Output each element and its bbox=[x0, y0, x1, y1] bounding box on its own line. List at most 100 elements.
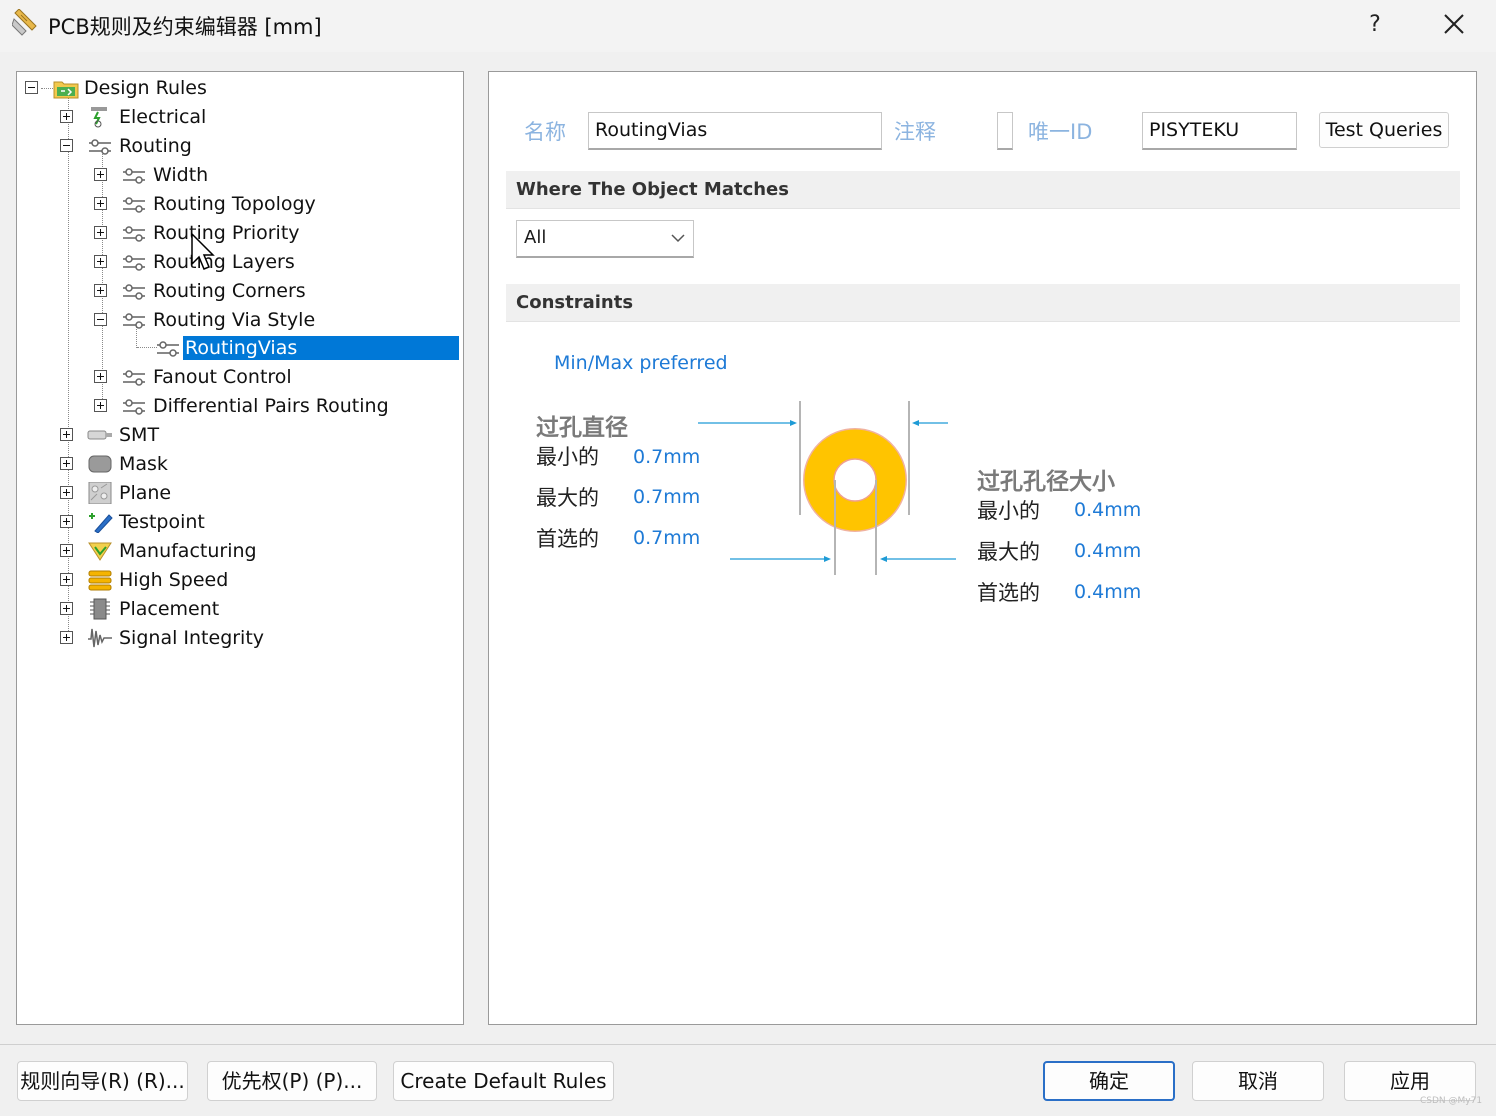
tree-node-routing-topology[interactable]: Routing Topology bbox=[17, 191, 463, 217]
tree-node-label: Mask bbox=[119, 453, 168, 475]
rule-name-input[interactable]: RoutingVias bbox=[588, 112, 882, 150]
tree-node-routing-corners[interactable]: Routing Corners bbox=[17, 278, 463, 304]
tree-node-label: High Speed bbox=[119, 569, 229, 591]
high-speed-icon bbox=[88, 570, 112, 591]
expand-toggle[interactable] bbox=[60, 544, 73, 557]
electrical-icon bbox=[91, 107, 107, 128]
tree-node-label: Signal Integrity bbox=[119, 627, 265, 649]
via-hole-min-value[interactable]: 0.4mm bbox=[1074, 499, 1141, 521]
expand-toggle[interactable] bbox=[94, 284, 107, 297]
expand-toggle[interactable] bbox=[94, 255, 107, 268]
tree-node-electrical[interactable]: Electrical bbox=[17, 104, 463, 130]
tree-node-label: Design Rules bbox=[84, 77, 207, 99]
unique-id-input[interactable]: PISYTEKU bbox=[1142, 112, 1297, 150]
tree-node-label: Manufacturing bbox=[119, 540, 257, 562]
priorities-button[interactable]: 优先权(P) (P)... bbox=[207, 1061, 377, 1101]
collapse-toggle[interactable] bbox=[25, 81, 38, 94]
tree-node-routingvias[interactable]: RoutingVias bbox=[17, 335, 463, 361]
tree-node-differential-pairs-routing[interactable]: Differential Pairs Routing bbox=[17, 393, 463, 419]
tree-node-design-rules[interactable]: Design Rules bbox=[17, 75, 463, 101]
expand-toggle[interactable] bbox=[94, 226, 107, 239]
tree-node-label: Routing Layers bbox=[153, 251, 295, 273]
tree-node-high-speed[interactable]: High Speed bbox=[17, 567, 463, 593]
routing-icon bbox=[123, 226, 145, 242]
tree-node-routing-priority[interactable]: Routing Priority bbox=[17, 220, 463, 246]
tree-node-signal-integrity[interactable]: Signal Integrity bbox=[17, 625, 463, 651]
tree-node-placement[interactable]: Placement bbox=[17, 596, 463, 622]
tree-node-routing-layers[interactable]: Routing Layers bbox=[17, 249, 463, 275]
expand-toggle[interactable] bbox=[60, 110, 73, 123]
mouse-cursor-icon bbox=[191, 232, 215, 270]
close-icon[interactable] bbox=[1434, 6, 1474, 42]
expand-toggle[interactable] bbox=[60, 457, 73, 470]
title-bar: PCB规则及约束编辑器 [mm] ? bbox=[0, 0, 1496, 52]
expand-toggle[interactable] bbox=[60, 486, 73, 499]
routing-icon bbox=[89, 139, 111, 155]
routing-icon bbox=[123, 284, 145, 300]
signal-integrity-icon bbox=[88, 628, 112, 648]
help-button[interactable]: ? bbox=[1360, 8, 1390, 42]
tree-node-width[interactable]: Width bbox=[17, 162, 463, 188]
routing-icon bbox=[123, 399, 145, 415]
tree-node-label: SMT bbox=[119, 424, 160, 446]
tree-node-label: Routing Topology bbox=[153, 193, 316, 215]
create-default-rules-button[interactable]: Create Default Rules bbox=[393, 1061, 614, 1101]
comment-label: 注释 bbox=[894, 120, 936, 144]
tree-node-routing[interactable]: Routing bbox=[17, 133, 463, 159]
via-diameter-title: 过孔直径 bbox=[536, 415, 628, 441]
expand-toggle[interactable] bbox=[60, 573, 73, 586]
tree-node-smt[interactable]: SMT bbox=[17, 422, 463, 448]
tree-node-label: RoutingVias bbox=[183, 336, 459, 360]
watermark: CSDN @My71 bbox=[1420, 1096, 1483, 1106]
pcb-rules-app-icon bbox=[12, 9, 37, 36]
collapse-toggle[interactable] bbox=[94, 313, 107, 326]
tree-node-testpoint[interactable]: Testpoint bbox=[17, 509, 463, 535]
tree-node-label: Fanout Control bbox=[153, 366, 292, 388]
apply-button[interactable]: 应用 bbox=[1344, 1061, 1476, 1101]
expand-toggle[interactable] bbox=[94, 168, 107, 181]
bottom-separator bbox=[0, 1044, 1496, 1045]
expand-toggle[interactable] bbox=[94, 399, 107, 412]
tree-node-label: Routing bbox=[119, 135, 192, 157]
tree-node-manufacturing[interactable]: Manufacturing bbox=[17, 538, 463, 564]
expand-toggle[interactable] bbox=[94, 197, 107, 210]
tree-node-plane[interactable]: Plane bbox=[17, 480, 463, 506]
placement-icon bbox=[90, 598, 110, 620]
testpoint-icon bbox=[89, 513, 113, 533]
routing-icon bbox=[123, 313, 145, 329]
tree-node-fanout-control[interactable]: Fanout Control bbox=[17, 364, 463, 390]
tree-node-label: Placement bbox=[119, 598, 220, 620]
tree-node-label: Routing Via Style bbox=[153, 309, 316, 331]
name-label: 名称 bbox=[524, 120, 566, 144]
expand-toggle[interactable] bbox=[60, 515, 73, 528]
rules-tree-panel[interactable]: Design Rules Electrical Routing Width Ro… bbox=[16, 71, 464, 1025]
match-scope-select[interactable]: All bbox=[516, 220, 694, 258]
comment-input[interactable] bbox=[997, 112, 1013, 150]
expand-toggle[interactable] bbox=[60, 631, 73, 644]
cancel-button[interactable]: 取消 bbox=[1192, 1061, 1324, 1101]
plane-icon bbox=[88, 482, 112, 504]
test-queries-button[interactable]: Test Queries bbox=[1319, 112, 1449, 148]
mask-icon bbox=[88, 455, 112, 473]
via-hole-title: 过孔孔径大小 bbox=[977, 469, 1115, 495]
via-hole-preferred-label: 首选的 bbox=[977, 581, 1040, 605]
via-hole-max-value[interactable]: 0.4mm bbox=[1074, 540, 1141, 562]
via-hole-min-label: 最小的 bbox=[977, 499, 1040, 523]
via-diameter-min-label: 最小的 bbox=[536, 445, 599, 469]
tree-node-routing-via-style[interactable]: Routing Via Style bbox=[17, 307, 463, 333]
folder-rules-icon bbox=[53, 81, 79, 99]
ok-button[interactable]: 确定 bbox=[1043, 1061, 1175, 1101]
expand-toggle[interactable] bbox=[94, 370, 107, 383]
collapse-toggle[interactable] bbox=[60, 139, 73, 152]
min-max-preferred-link[interactable]: Min/Max preferred bbox=[554, 352, 728, 374]
rule-wizard-button[interactable]: 规则向导(R) (R)... bbox=[17, 1061, 188, 1101]
via-dimension-diagram bbox=[698, 401, 956, 575]
via-diameter-max-label: 最大的 bbox=[536, 486, 599, 510]
expand-toggle[interactable] bbox=[60, 428, 73, 441]
where-object-matches-header: Where The Object Matches bbox=[506, 171, 1460, 209]
expand-toggle[interactable] bbox=[60, 602, 73, 615]
constraints-header: Constraints bbox=[506, 284, 1460, 322]
via-hole-preferred-value[interactable]: 0.4mm bbox=[1074, 581, 1141, 603]
match-scope-value: All bbox=[524, 227, 547, 248]
tree-node-mask[interactable]: Mask bbox=[17, 451, 463, 477]
